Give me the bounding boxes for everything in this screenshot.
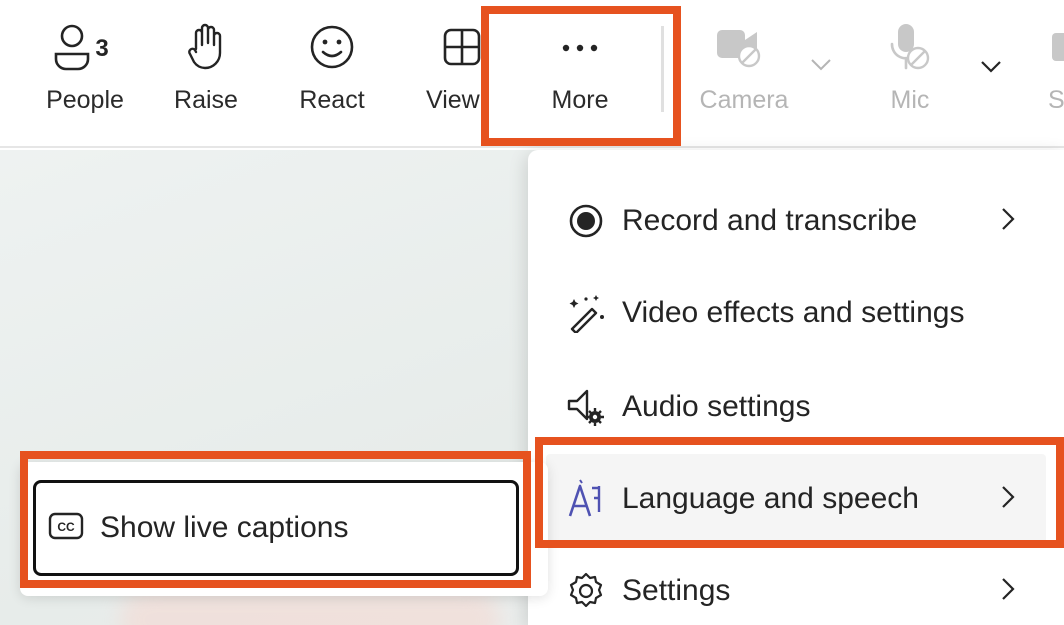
toolbar-divider — [661, 26, 664, 112]
view-label: View — [426, 86, 480, 114]
menu-item-settings[interactable]: Settings — [528, 546, 1064, 625]
mic-label: Mic — [890, 86, 930, 114]
menu-item-language-and-speech[interactable]: Language and speech — [546, 454, 1046, 544]
smiley-icon — [309, 24, 355, 75]
settings-label: Settings — [622, 574, 731, 607]
language-label: Language and speech — [622, 482, 919, 515]
raise-label: Raise — [174, 86, 238, 114]
gear-icon — [564, 569, 608, 613]
share-icon — [1040, 27, 1064, 72]
more-menu: Record and transcribe Video effects and … — [528, 150, 1064, 625]
chevron-right-icon — [1000, 576, 1016, 607]
speaker-settings-icon — [564, 385, 608, 429]
people-label: People — [46, 86, 124, 114]
show-live-captions-button[interactable]: CC Show live captions — [33, 480, 519, 576]
audio-settings-label: Audio settings — [622, 390, 811, 423]
ellipsis-icon — [560, 40, 600, 58]
record-icon — [564, 199, 608, 243]
camera-options-chevron-icon[interactable] — [810, 58, 832, 77]
language-icon — [564, 477, 608, 521]
magic-wand-icon — [564, 291, 608, 335]
closed-captions-icon: CC — [48, 512, 84, 545]
more-button[interactable]: More — [530, 0, 630, 148]
people-button[interactable]: 3 People — [40, 0, 130, 148]
share-button[interactable]: S — [1040, 0, 1064, 148]
raise-hand-button[interactable]: Raise — [168, 0, 244, 148]
mic-off-icon — [888, 22, 932, 77]
more-active-indicator — [532, 140, 628, 146]
people-icon — [53, 23, 91, 76]
menu-item-record-and-transcribe[interactable]: Record and transcribe — [528, 176, 1064, 266]
menu-item-video-effects[interactable]: Video effects and settings — [528, 268, 1064, 358]
camera-off-icon — [715, 24, 767, 75]
share-label: S — [1048, 86, 1064, 114]
video-effects-label: Video effects and settings — [622, 296, 965, 329]
view-button[interactable]: View — [422, 0, 484, 148]
react-button[interactable]: React — [290, 0, 374, 148]
show-live-captions-label: Show live captions — [100, 511, 349, 544]
chevron-right-icon — [1000, 206, 1016, 237]
record-label: Record and transcribe — [622, 204, 918, 237]
menu-item-audio-settings[interactable]: Audio settings — [528, 362, 1064, 452]
mic-options-chevron-icon[interactable] — [980, 60, 1002, 79]
meeting-toolbar: 3 People Raise React View More Camera Mi… — [0, 0, 1064, 148]
more-label: More — [551, 86, 609, 114]
mic-button[interactable]: Mic — [872, 0, 948, 148]
react-label: React — [299, 86, 365, 114]
raise-hand-icon — [188, 23, 224, 76]
people-count: 3 — [95, 35, 109, 62]
camera-label: Camera — [699, 86, 789, 114]
svg-text:CC: CC — [57, 520, 75, 534]
grid-icon — [442, 27, 482, 72]
camera-button[interactable]: Camera — [692, 0, 796, 148]
chevron-right-icon — [1000, 484, 1016, 515]
